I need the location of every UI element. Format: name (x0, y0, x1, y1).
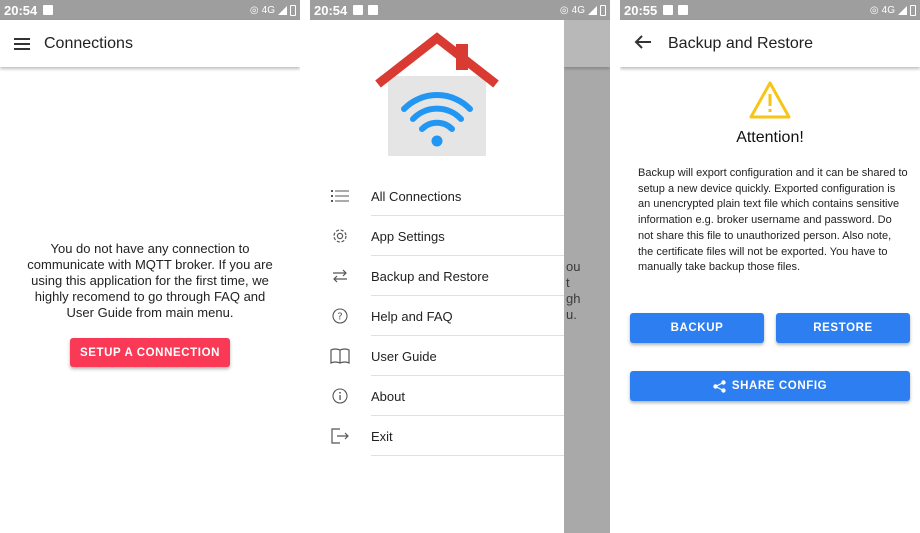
share-config-button[interactable]: SHARE CONFIG (630, 371, 910, 401)
book-icon (310, 348, 370, 364)
app-bar: Connections (0, 20, 300, 67)
svg-text:?: ? (337, 312, 342, 323)
app-notification-icon (353, 5, 364, 15)
app-bar: Backup and Restore (620, 20, 920, 67)
empty-state-message: You do not have any connection to commun… (27, 241, 273, 320)
page-title: Backup and Restore (668, 34, 813, 52)
status-time: 20:55 (624, 2, 658, 18)
connections-screen: 20:54 ◎ 4G Connections You do not have a… (0, 0, 300, 533)
attention-heading: Attention! (736, 129, 804, 146)
backup-description: Backup will export configuration and it … (638, 167, 908, 274)
restore-button-label: RESTORE (813, 322, 873, 334)
hamburger-menu-icon[interactable] (14, 37, 30, 50)
drawer-item-app-settings[interactable]: App Settings (310, 216, 564, 256)
hotspot-icon: ◎ (249, 4, 259, 16)
signal-icon (898, 5, 907, 15)
drawer-item-label: About (371, 388, 405, 404)
drawer-item-label: Help and FAQ (371, 308, 453, 324)
drawer-item-label: Exit (371, 428, 393, 444)
gear-icon (310, 227, 370, 245)
exit-icon (310, 428, 370, 444)
signal-icon (278, 5, 287, 15)
status-bar: 20:54 ◎ 4G (310, 0, 610, 20)
status-time: 20:54 (4, 2, 38, 18)
signal-icon (588, 5, 597, 15)
status-bar: 20:55 ◎ 4G (620, 0, 920, 20)
drawer-item-help-faq[interactable]: ? Help and FAQ (310, 296, 564, 336)
drawer-item-user-guide[interactable]: User Guide (310, 336, 564, 376)
app-notification-icon (663, 5, 674, 15)
network-label: 4G (261, 4, 275, 16)
page-title: Connections (44, 34, 133, 52)
list-icon (310, 189, 370, 203)
drawer-item-about[interactable]: About (310, 376, 564, 416)
swap-icon (310, 269, 370, 283)
app-logo-house-wifi-icon (375, 32, 499, 156)
drawer-item-backup-restore[interactable]: Backup and Restore (310, 256, 564, 296)
back-arrow-icon[interactable] (634, 34, 654, 54)
notification-icon (43, 5, 54, 15)
navigation-drawer: All Connections App Settings Backup and … (310, 20, 564, 533)
battery-icon (290, 4, 296, 16)
info-icon (310, 388, 370, 404)
obscured-background-text: ou t gh u. (566, 259, 581, 322)
backup-button[interactable]: BACKUP (630, 313, 764, 343)
drawer-item-label: User Guide (371, 348, 437, 364)
backup-restore-screen: 20:55 ◎ 4G Backup and Restore Attention!… (620, 0, 920, 533)
network-label: 4G (571, 4, 585, 16)
notification-icon (678, 5, 689, 15)
network-label: 4G (881, 4, 895, 16)
drawer-item-label: All Connections (371, 188, 462, 204)
drawer-item-all-connections[interactable]: All Connections (310, 176, 564, 216)
navigation-drawer-screen: 20:54 ◎ 4G ou t gh u. All Connections Ap… (310, 0, 610, 533)
battery-icon (600, 4, 606, 16)
restore-button[interactable]: RESTORE (776, 313, 910, 343)
help-icon: ? (310, 308, 370, 324)
battery-icon (910, 4, 916, 16)
backup-button-label: BACKUP (670, 322, 724, 334)
notification-icon (368, 5, 379, 15)
hotspot-icon: ◎ (559, 4, 569, 16)
share-button-label: SHARE CONFIG (731, 380, 828, 392)
status-time: 20:54 (314, 2, 348, 18)
share-icon (713, 379, 726, 393)
hotspot-icon: ◎ (869, 4, 879, 16)
warning-icon (749, 81, 791, 119)
setup-connection-button[interactable]: SETUP A CONNECTION (70, 338, 230, 367)
drawer-item-label: App Settings (371, 228, 445, 244)
drawer-item-exit[interactable]: Exit (310, 416, 564, 456)
status-bar: 20:54 ◎ 4G (0, 0, 300, 20)
drawer-item-label: Backup and Restore (371, 268, 489, 284)
